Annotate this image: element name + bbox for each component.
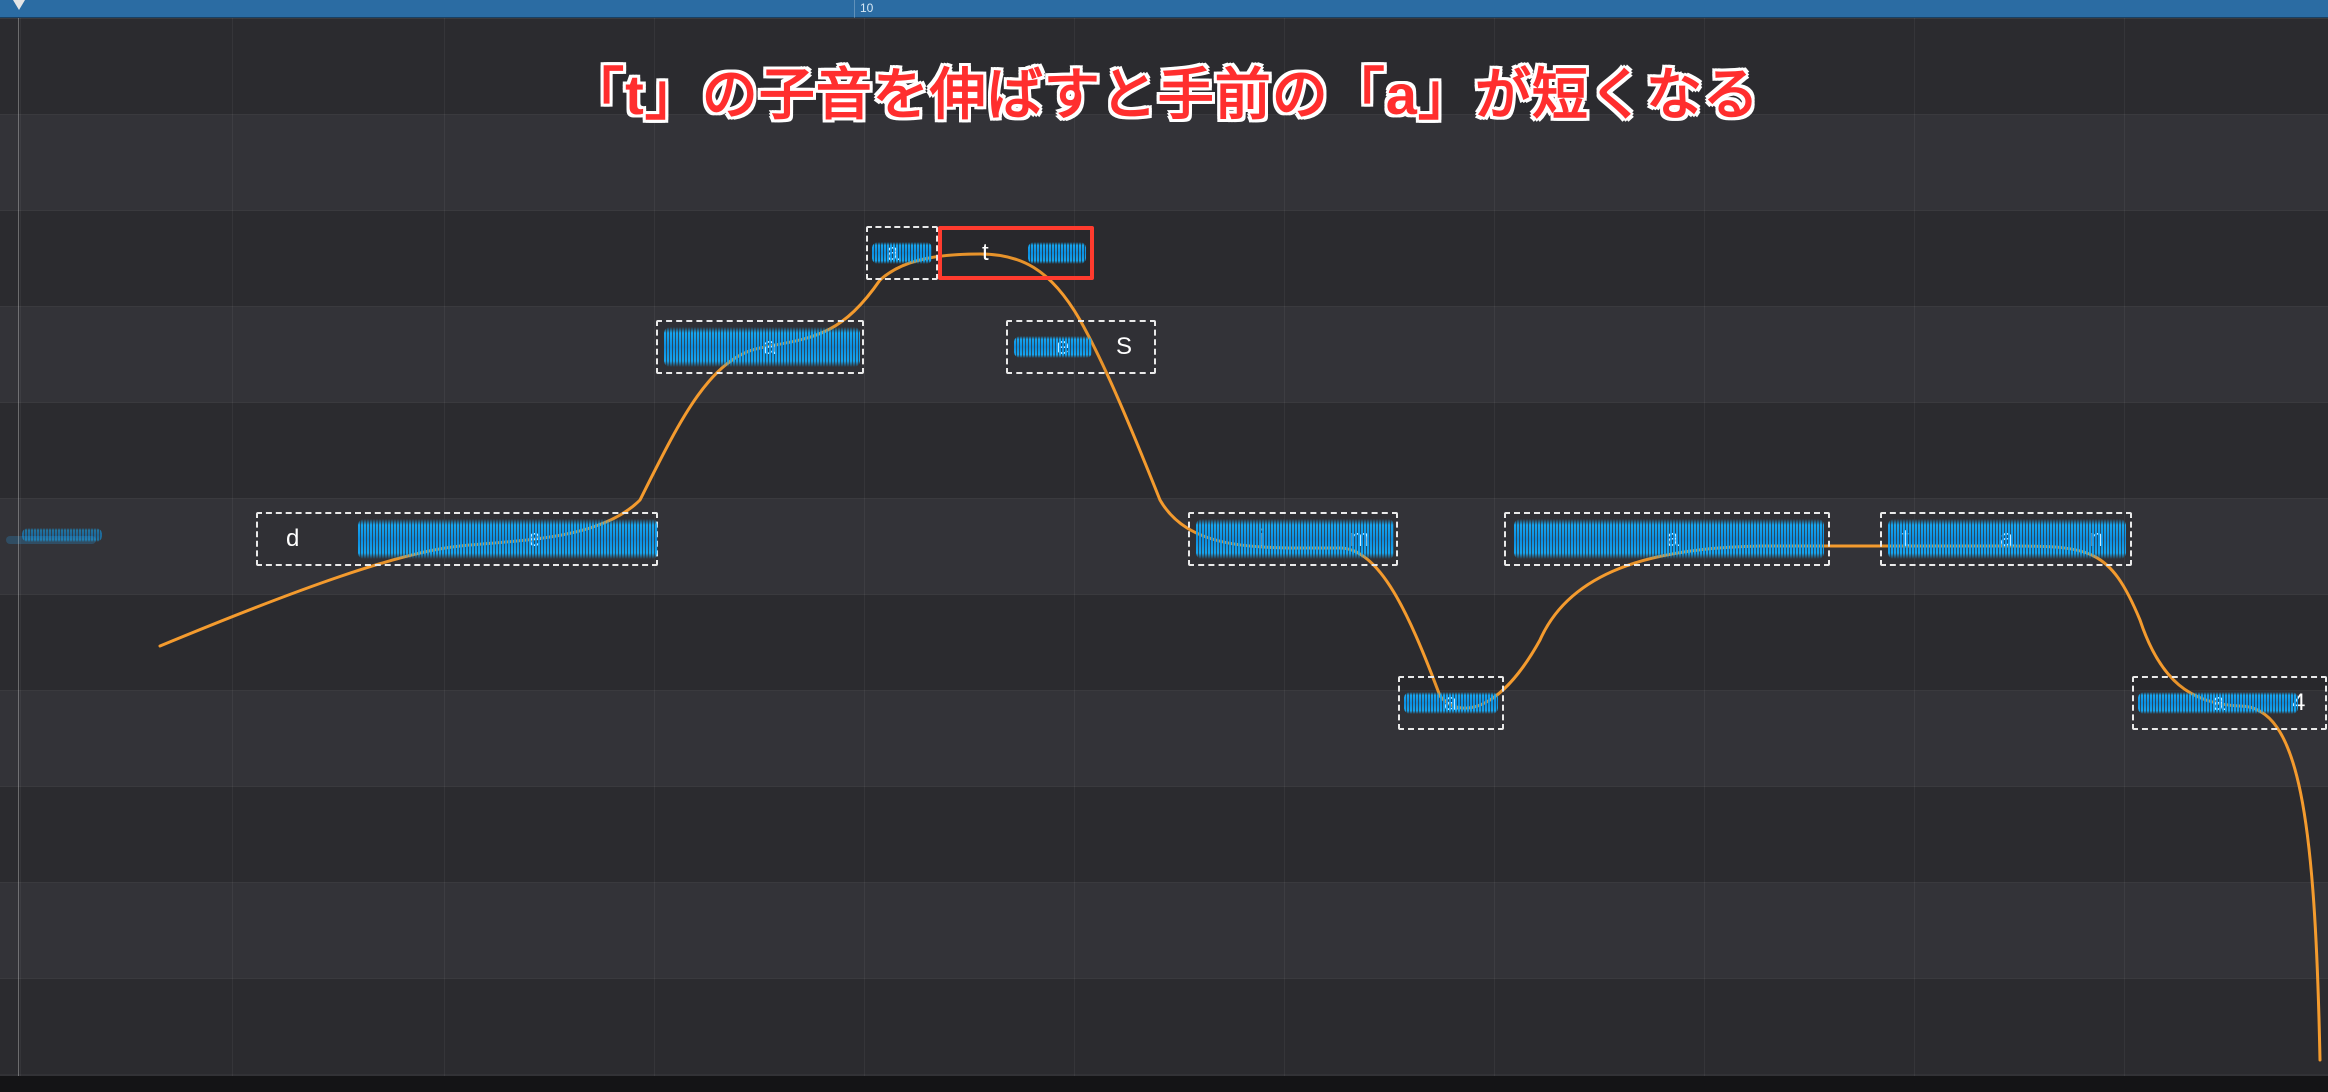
- pitch-lane[interactable]: [0, 690, 2328, 786]
- note-segment[interactable]: t: [938, 226, 1094, 280]
- note-segment[interactable]: a: [656, 320, 864, 374]
- beat-gridline: [20, 18, 21, 1076]
- beat-gridline: [1494, 18, 1495, 1076]
- waveform: [2138, 692, 2298, 714]
- horizontal-scrollbar[interactable]: [0, 1076, 2328, 1092]
- note-segment[interactable]: tan: [1880, 512, 2132, 566]
- playhead-line: [18, 0, 19, 1092]
- pitch-lane[interactable]: [0, 210, 2328, 306]
- pitch-lane[interactable]: [0, 594, 2328, 690]
- pitch-lane[interactable]: [0, 306, 2328, 402]
- beat-gridline: [864, 18, 865, 1076]
- phoneme-label: S: [1116, 333, 1132, 361]
- waveform: [1404, 692, 1498, 714]
- waveform: [1888, 519, 2126, 559]
- beat-gridline: [1074, 18, 1075, 1076]
- note-segment[interactable]: de: [256, 512, 658, 566]
- pitch-lane[interactable]: [0, 114, 2328, 210]
- pitch-lane[interactable]: [0, 978, 2328, 1074]
- note-segment[interactable]: a: [866, 226, 938, 280]
- pitch-lane[interactable]: [0, 402, 2328, 498]
- waveform: [1028, 242, 1086, 264]
- ruler-tick: [854, 0, 855, 18]
- phoneme-label: d: [286, 525, 299, 553]
- phoneme-label: t: [982, 239, 989, 267]
- waveform: [1196, 519, 1394, 559]
- note-segment[interactable]: a: [1504, 512, 1830, 566]
- beat-gridline: [232, 18, 233, 1076]
- waveform: [872, 242, 932, 264]
- pitch-lane[interactable]: [0, 18, 2328, 114]
- waveform: [1514, 519, 1824, 559]
- waveform: [358, 519, 658, 559]
- waveform-prelude: [22, 528, 102, 542]
- waveform: [1014, 336, 1092, 358]
- ruler-tick-label: 10: [860, 1, 873, 15]
- playhead-marker[interactable]: [13, 0, 25, 10]
- note-segment[interactable]: im: [1188, 512, 1398, 566]
- pitch-lane[interactable]: [0, 786, 2328, 882]
- waveform: [664, 327, 860, 367]
- pitch-lane[interactable]: [0, 882, 2328, 978]
- note-segment[interactable]: a4: [2132, 676, 2327, 730]
- note-segment[interactable]: a: [1398, 676, 1504, 730]
- timeline-ruler[interactable]: 10: [0, 0, 2328, 18]
- note-segment[interactable]: eS: [1006, 320, 1156, 374]
